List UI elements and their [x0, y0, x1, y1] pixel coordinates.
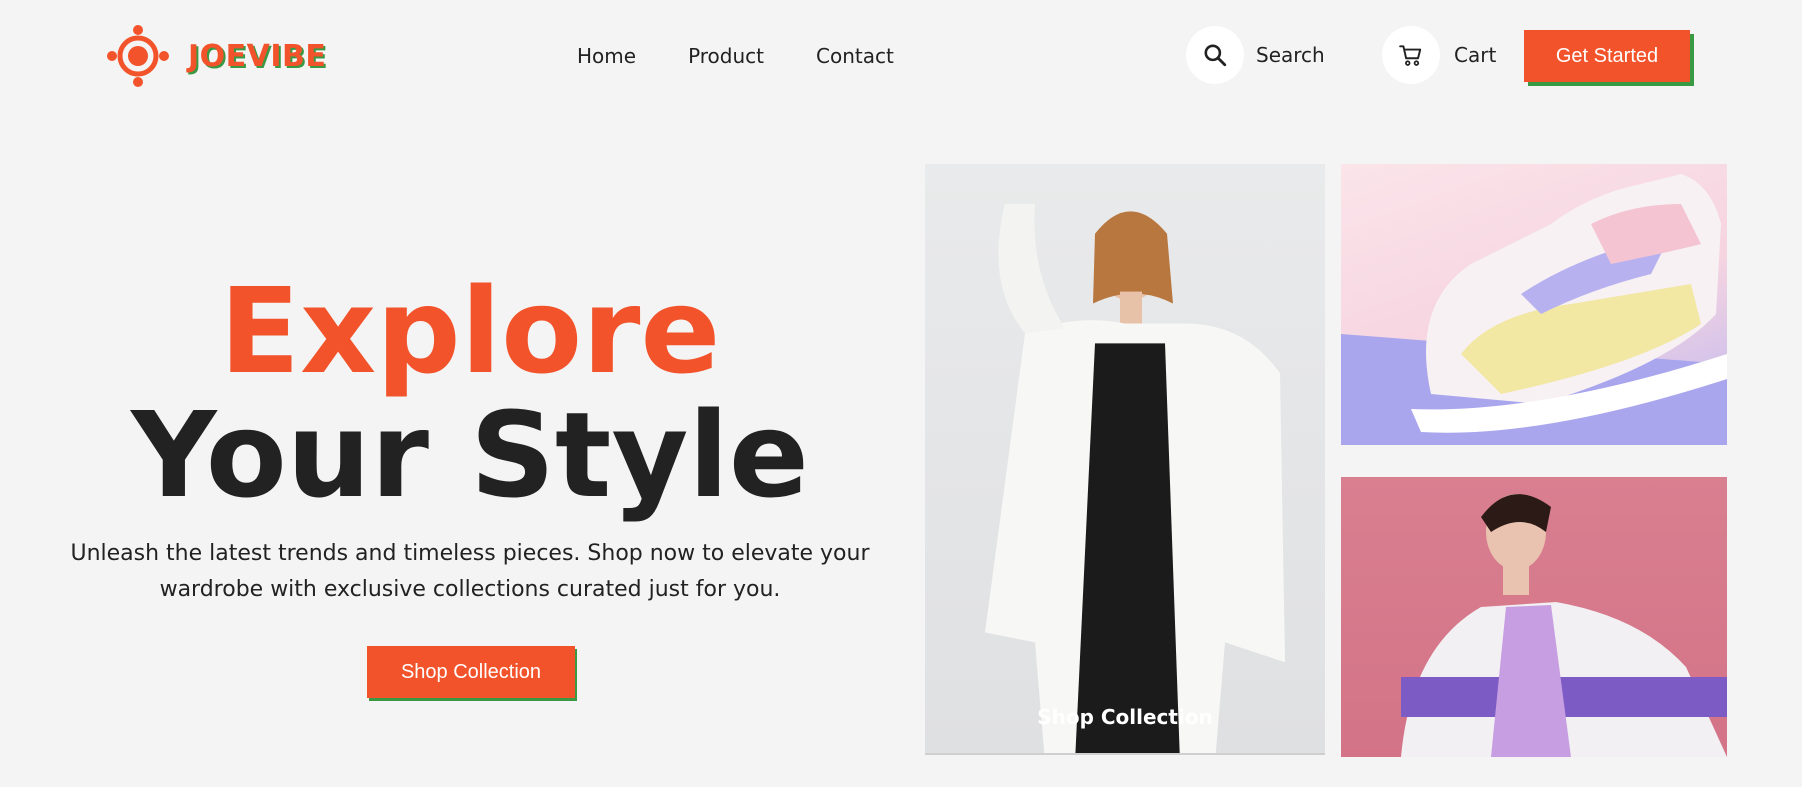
search-icon: [1204, 44, 1227, 67]
hero-title-line1: Explore: [219, 262, 721, 400]
cart-label: Cart: [1454, 43, 1497, 67]
model-illustration: [1401, 494, 1727, 757]
logo-icon: [107, 25, 169, 87]
cart-icon: [1399, 45, 1422, 66]
brand-logo[interactable]: JOEVIBE: [106, 24, 326, 88]
nav-contact[interactable]: Contact: [816, 44, 894, 68]
brand-name: JOEVIBE: [188, 38, 327, 74]
nav-home[interactable]: Home: [577, 44, 636, 68]
sneakers-image[interactable]: [1341, 164, 1727, 445]
image-caption: Shop Collection: [1037, 705, 1213, 729]
cart-icon-circle: [1382, 26, 1440, 84]
model-white-jacket-image[interactable]: Shop Collection: [925, 164, 1325, 755]
model-pink-background-image[interactable]: [1341, 477, 1727, 757]
get-started-button[interactable]: Get Started: [1524, 30, 1690, 82]
nav-product[interactable]: Product: [688, 44, 764, 68]
model-illustration: [985, 203, 1285, 753]
hero-subtitle: Unleash the latest trends and timeless p…: [70, 541, 870, 602]
shop-collection-button[interactable]: Shop Collection: [367, 646, 575, 698]
main-nav: Home Product Contact: [577, 44, 894, 68]
cart-button[interactable]: Cart: [1382, 26, 1496, 84]
search-icon-circle: [1186, 26, 1244, 84]
search-button[interactable]: Search: [1186, 26, 1325, 84]
sneakers-illustration: [1341, 174, 1727, 445]
hero-title-line2: Your Style: [131, 386, 809, 524]
search-label: Search: [1256, 43, 1325, 67]
